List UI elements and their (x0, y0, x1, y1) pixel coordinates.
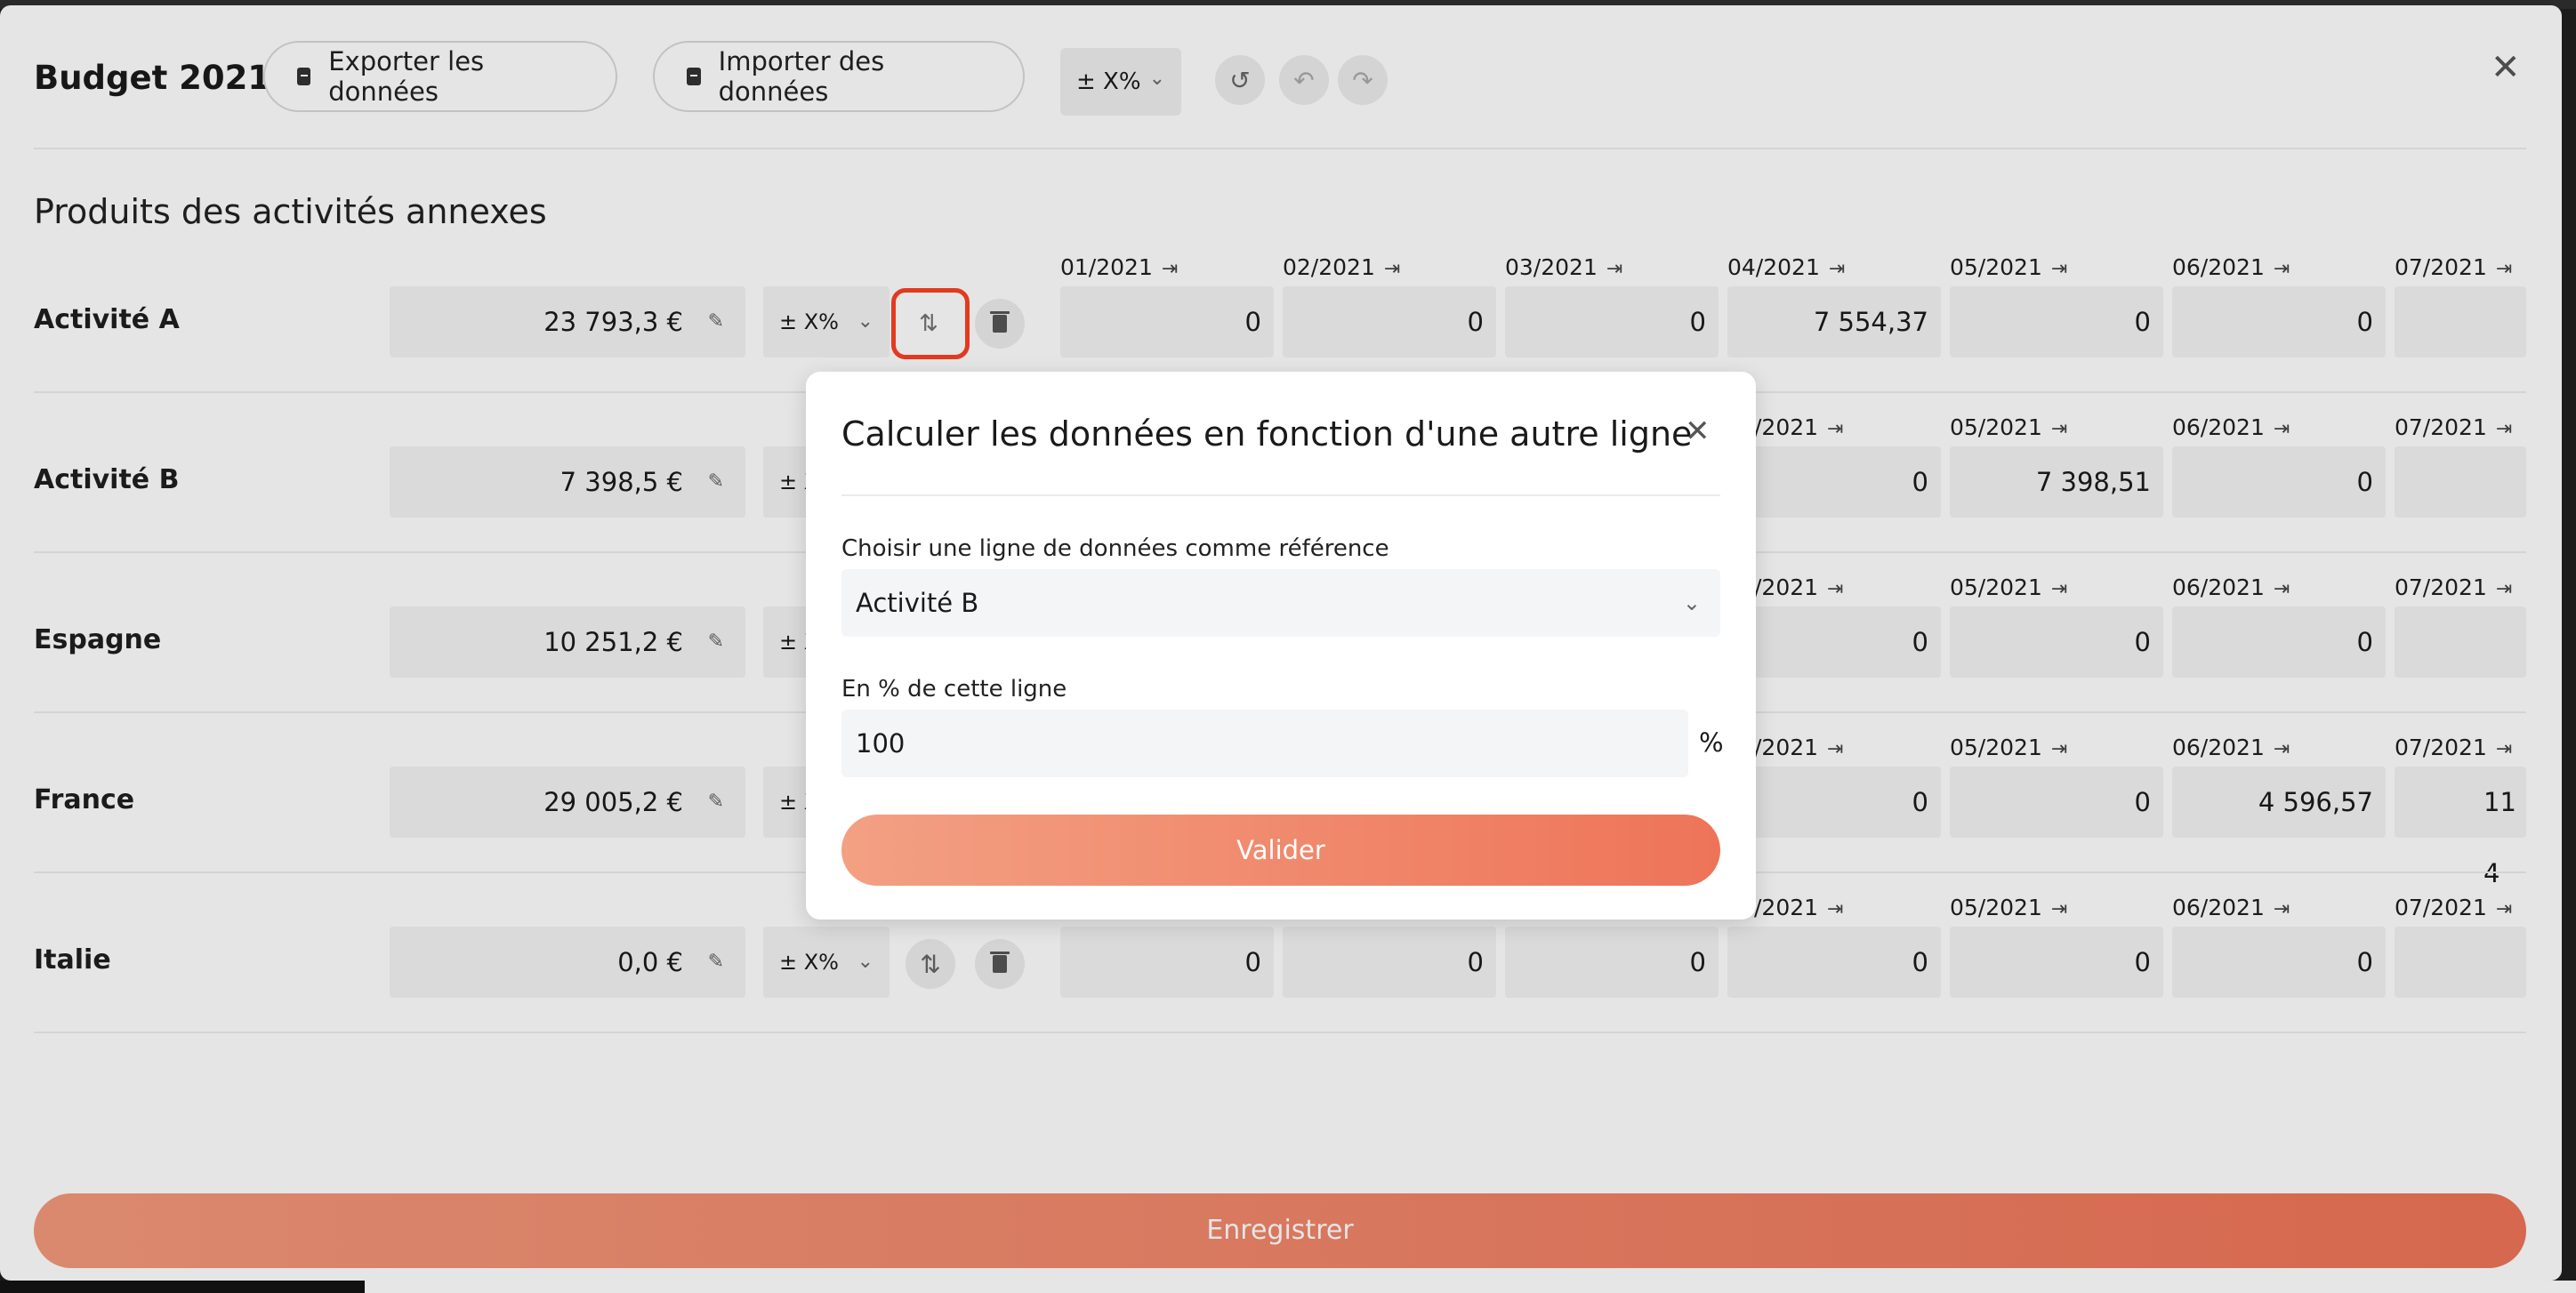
chevron-down-icon: ⌄ (1682, 590, 1701, 615)
background-app-panel (365, 1281, 2576, 1293)
reference-label: Choisir une ligne de données comme référ… (841, 535, 1389, 562)
percent-field-label: En % de cette ligne (841, 676, 1067, 703)
validate-button[interactable]: Valider (841, 815, 1720, 886)
dialog-divider (841, 494, 1720, 496)
reference-select[interactable]: Activité B ⌄ (841, 569, 1720, 637)
percent-suffix: % (1699, 727, 1724, 758)
highlight-outline (891, 288, 970, 359)
close-icon[interactable]: ✕ (1685, 416, 1711, 446)
dialog-title: Calculer les données en fonction d'une a… (841, 414, 1693, 454)
reference-value: Activité B (856, 588, 979, 618)
percent-input[interactable] (841, 710, 1688, 777)
calculate-dialog: Calculer les données en fonction d'une a… (806, 372, 1756, 920)
budget-modal: Budget 2021 Exporter les données Importe… (0, 5, 2562, 1281)
background-app-strip (0, 1281, 2576, 1293)
